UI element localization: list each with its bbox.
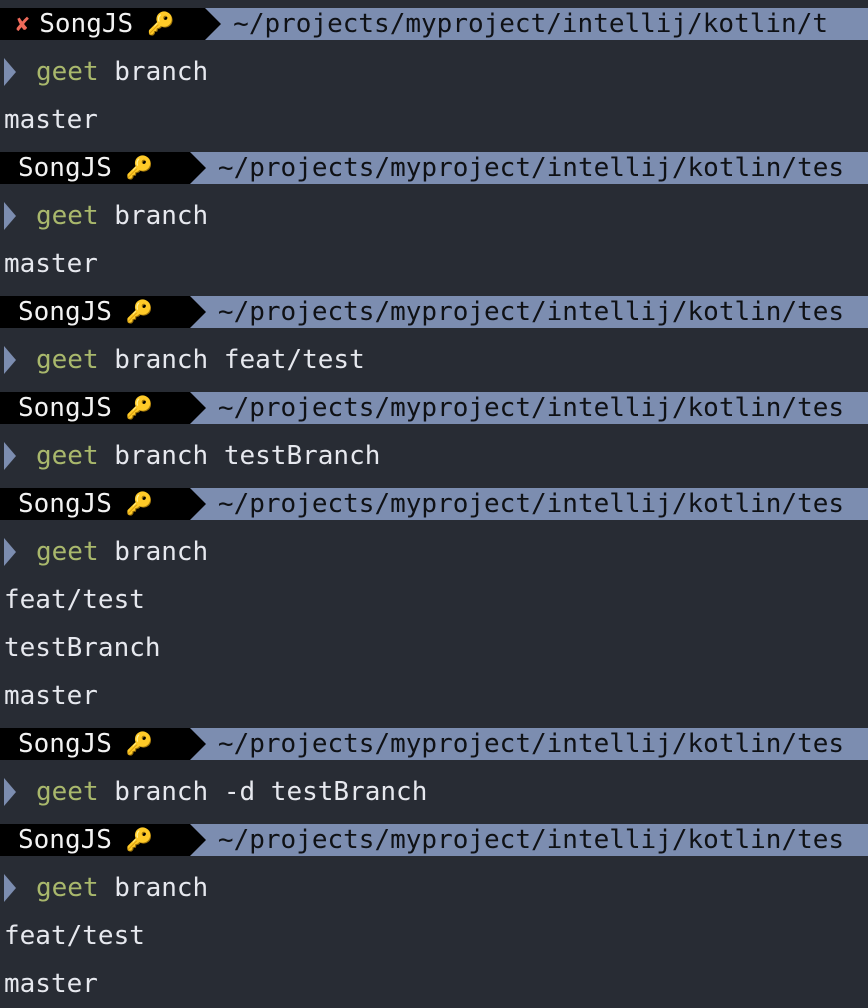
output-line: testBranch: [4, 633, 161, 663]
output-line: feat/test: [4, 921, 145, 951]
prompt-user-segment: SongJS 🔑: [0, 728, 190, 760]
segment-separator-arrow: [189, 728, 206, 760]
prompt-user-segment: SongJS 🔑: [0, 488, 190, 520]
command-args: branch: [98, 201, 209, 231]
prompt-bar: SongJS 🔑 ~/projects/myproject/intellij/kot…: [0, 152, 868, 184]
prompt-path-segment: ~/projects/myproject/intellij/kotlin/tes: [189, 296, 868, 328]
command-args: branch feat/test: [98, 345, 365, 375]
prompt-path-segment: ~/projects/myproject/intellij/kotlin/t: [205, 8, 868, 40]
output-line: feat/test: [4, 585, 145, 615]
segment-separator-arrow: [205, 8, 222, 40]
command-line: geet branch feat/test: [0, 336, 868, 384]
command-line: geet branch testBranch: [0, 432, 868, 480]
prompt-caret-icon: [4, 202, 16, 230]
terminal-window[interactable]: ✘ SongJS 🔑 ~/projects/myproject/intellij/ko…: [0, 0, 868, 999]
prompt-bar: SongJS 🔑 ~/projects/myproject/intellij/kot…: [0, 824, 868, 856]
segment-separator-arrow: [189, 392, 206, 424]
command-line: geet branch: [0, 864, 868, 912]
prompt-path-segment: ~/projects/myproject/intellij/kotlin/tes: [189, 728, 868, 760]
key-icon: 🔑: [125, 731, 154, 757]
command-name: geet: [36, 873, 99, 903]
output-line: master: [4, 105, 98, 135]
prompt-bar: ✘ SongJS 🔑 ~/projects/myproject/intellij/ko…: [0, 8, 868, 40]
prompt-caret-icon: [4, 778, 16, 806]
prompt-path-segment: ~/projects/myproject/intellij/kotlin/tes: [189, 392, 868, 424]
segment-separator-arrow: [189, 296, 206, 328]
command-name: geet: [36, 441, 99, 471]
prompt-line: SongJS 🔑 ~/projects/myproject/intellij/kot…: [0, 288, 868, 336]
prompt-caret-icon: [4, 58, 16, 86]
error-icon: ✘: [16, 11, 30, 37]
key-icon: 🔑: [125, 395, 154, 421]
prompt-username: SongJS: [18, 729, 112, 759]
command-name: geet: [36, 201, 99, 231]
segment-separator-arrow: [189, 824, 206, 856]
segment-separator-arrow: [189, 152, 206, 184]
prompt-username: SongJS: [39, 9, 134, 39]
command-args: branch testBranch: [98, 441, 381, 471]
key-icon: 🔑: [147, 11, 175, 37]
key-icon: 🔑: [125, 491, 154, 517]
prompt-path-segment: ~/projects/myproject/intellij/kotlin/tes: [189, 824, 868, 856]
prompt-path-segment: ~/projects/myproject/intellij/kotlin/tes: [189, 488, 868, 520]
prompt-user-segment: SongJS 🔑: [0, 296, 190, 328]
prompt-username: SongJS: [18, 153, 112, 183]
prompt-line: SongJS 🔑 ~/projects/myproject/intellij/kot…: [0, 816, 868, 864]
command-name: geet: [36, 537, 99, 567]
prompt-line: SongJS 🔑 ~/projects/myproject/intellij/kot…: [0, 480, 868, 528]
prompt-caret-icon: [4, 538, 16, 566]
command-line: geet branch: [0, 192, 868, 240]
prompt-bar: SongJS 🔑 ~/projects/myproject/intellij/kot…: [0, 728, 868, 760]
output-line: master: [4, 249, 98, 279]
segment-separator-arrow: [189, 488, 206, 520]
prompt-user-segment: ✘ SongJS 🔑: [0, 8, 206, 40]
prompt-username: SongJS: [18, 297, 112, 327]
prompt-user-segment: SongJS 🔑: [0, 392, 190, 424]
prompt-caret-icon: [4, 874, 16, 902]
command-args: branch: [98, 873, 209, 903]
command-name: geet: [36, 777, 99, 807]
key-icon: 🔑: [125, 299, 154, 325]
key-icon: 🔑: [125, 155, 154, 181]
prompt-line: ✘ SongJS 🔑 ~/projects/myproject/intellij/ko…: [0, 0, 868, 48]
output-line: master: [4, 969, 98, 999]
prompt-bar: SongJS 🔑 ~/projects/myproject/intellij/kot…: [0, 392, 868, 424]
prompt-username: SongJS: [18, 489, 112, 519]
command-line: geet branch: [0, 48, 868, 96]
prompt-caret-icon: [4, 442, 16, 470]
command-args: branch: [98, 57, 209, 87]
prompt-caret-icon: [4, 346, 16, 374]
command-line: geet branch: [0, 528, 868, 576]
prompt-path-segment: ~/projects/myproject/intellij/kotlin/tes: [189, 152, 868, 184]
command-args: branch -d testBranch: [98, 777, 428, 807]
prompt-username: SongJS: [18, 393, 112, 423]
command-args: branch: [98, 537, 209, 567]
prompt-user-segment: SongJS 🔑: [0, 824, 190, 856]
prompt-bar: SongJS 🔑 ~/projects/myproject/intellij/kot…: [0, 296, 868, 328]
prompt-username: SongJS: [18, 825, 112, 855]
command-line: geet branch -d testBranch: [0, 768, 868, 816]
command-name: geet: [36, 345, 99, 375]
prompt-bar: SongJS 🔑 ~/projects/myproject/intellij/kot…: [0, 488, 868, 520]
prompt-line: SongJS 🔑 ~/projects/myproject/intellij/kot…: [0, 720, 868, 768]
prompt-line: SongJS 🔑 ~/projects/myproject/intellij/kot…: [0, 144, 868, 192]
prompt-user-segment: SongJS 🔑: [0, 152, 190, 184]
key-icon: 🔑: [125, 827, 154, 853]
prompt-line: SongJS 🔑 ~/projects/myproject/intellij/kot…: [0, 384, 868, 432]
output-line: master: [4, 681, 98, 711]
command-name: geet: [36, 57, 99, 87]
